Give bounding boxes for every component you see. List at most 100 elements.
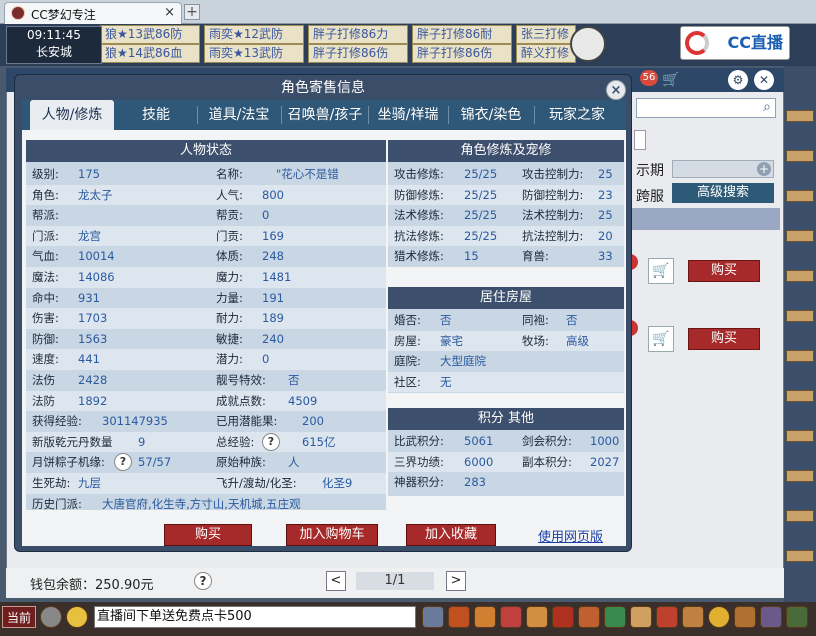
browser-tab[interactable]: CC梦幻专注 × [4,2,182,24]
panel-row: 速度: 441 潜力: 0 [26,349,386,370]
buy-button[interactable]: 购买 [164,524,252,546]
banner-item[interactable]: 胖子打修86伤 [412,44,512,63]
tab-character[interactable]: 人物/修炼 [30,100,114,130]
side-list-item[interactable] [786,150,814,162]
side-list-item[interactable] [786,270,814,282]
emoji-icon[interactable] [66,606,88,628]
field-label: 力量: [216,290,243,305]
tab-mounts[interactable]: 坐骑/祥瑞 [368,100,448,130]
field-label: 法术修炼: [394,208,444,223]
field-label: 神器积分: [394,475,444,490]
field-label: 同袍: [522,313,549,327]
side-list-item[interactable] [786,230,814,242]
field-label: 帮派: [32,208,59,223]
field-label: 名称: [216,167,243,181]
banner-item[interactable]: 胖子打修86力 [308,25,408,44]
microphone-icon[interactable] [40,606,62,628]
banner-item[interactable]: 雨奕★13武防 [204,44,304,63]
coin-icon[interactable] [682,606,704,628]
cc-live-badge[interactable]: CC直播 [680,26,790,60]
banner-item[interactable]: 狼★13武86防 [100,25,200,44]
filter-box[interactable] [634,130,646,150]
fireworks-icon[interactable] [500,606,522,628]
add-to-cart-button[interactable]: 加入购物车 [286,524,378,546]
treasure-icon[interactable] [448,606,470,628]
menu-icon[interactable] [786,606,808,628]
peach-icon[interactable] [630,606,652,628]
panel-row: 三界功绩: 6000 副本积分: 2027 [388,451,624,473]
buy-button[interactable]: 购买 [688,260,760,282]
side-list-item[interactable] [786,390,814,402]
search-input[interactable]: ⌕ [636,98,776,118]
settings-gear-icon[interactable]: ⚙ [728,70,748,90]
field-value: 20 [598,228,613,243]
bag-icon[interactable] [578,606,600,628]
side-list-item[interactable] [786,550,814,562]
scroll-icon[interactable] [734,606,756,628]
panel-row: 生死劫: 九层 飞升/渡劫/化圣: 化圣9 [26,473,386,494]
tab-skills[interactable]: 技能 [116,100,196,130]
field-label: 耐力: [216,311,243,326]
advanced-search-button[interactable]: 高级搜索 [672,183,774,203]
prev-page-button[interactable]: < [326,571,346,591]
tab-outfits[interactable]: 锦衣/染色 [448,100,534,130]
gift-icon[interactable] [474,606,496,628]
pet-icon[interactable] [604,606,626,628]
cc-logo-icon [685,31,709,55]
lantern-icon[interactable] [552,606,574,628]
add-to-cart-icon[interactable]: 🛒 [648,326,674,352]
tab-pets[interactable]: 召唤兽/孩子 [282,100,368,130]
banner-item[interactable]: 醉义打修 [516,44,576,63]
search-icon[interactable]: ⌕ [763,99,771,115]
window-close-icon[interactable]: ✕ [754,70,774,90]
dialog-close-icon[interactable]: × [606,80,626,100]
side-list-item[interactable] [786,110,814,122]
side-list-item[interactable] [786,190,814,202]
field-value: 5061 [464,434,494,448]
panel-row: 猎术修炼: 15 育兽: 33 [388,246,624,267]
panel-row: 婚否: 否 同袍: 否 [388,310,624,331]
chat-channel-button[interactable]: 当前 [2,606,36,628]
time-label: 示期 [636,163,664,179]
help-icon[interactable]: ? [114,453,132,472]
side-list-item[interactable] [786,430,814,442]
field-value: 大唐官府,化生寺,方寸山,天机城,五庄观 [102,496,301,511]
panel-row: 比武积分: 5061 剑会积分: 1000 [388,431,624,452]
panda-avatar-icon[interactable] [570,26,606,62]
smile-icon[interactable] [708,606,730,628]
help-icon[interactable]: ? [262,432,280,451]
chat-input[interactable]: 直播间下单送免费点卡500 [94,606,416,628]
banner-item[interactable]: 胖子打修86耐 [412,25,512,44]
field-label: 剑会积分: [522,434,572,448]
field-label: 三界功绩: [394,454,444,469]
next-page-button[interactable]: > [446,571,466,591]
add-icon[interactable]: + [757,162,771,176]
banner-item[interactable]: 狼★14武86血 [100,44,200,63]
banner-item[interactable]: 雨奕★12武防 [204,25,304,44]
box-icon[interactable] [526,606,548,628]
page-indicator: 1/1 [356,572,434,590]
sword-icon[interactable] [422,606,444,628]
tab-close-icon[interactable]: × [164,5,175,20]
use-web-version-link[interactable]: 使用网页版 [538,526,603,545]
banner-item[interactable]: 张三打修 [516,25,576,44]
add-to-cart-icon[interactable]: 🛒 [648,258,674,284]
banner-item[interactable]: 胖子打修86伤 [308,44,408,63]
cart-icon[interactable]: 🛒 [662,72,679,88]
new-tab-button[interactable]: + [184,4,200,20]
tab-home[interactable]: 玩家之家 [534,100,620,130]
side-list-item[interactable] [786,310,814,322]
side-list-item[interactable] [786,510,814,522]
side-list-item[interactable] [786,350,814,362]
system-icon[interactable] [760,606,782,628]
add-to-favorites-button[interactable]: 加入收藏 [406,524,496,546]
time-filter-select[interactable]: + [672,160,774,178]
buy-button[interactable]: 购买 [688,328,760,350]
field-value: 25 [598,208,613,223]
tab-items[interactable]: 道具/法宝 [198,100,280,130]
field-value: 1703 [78,311,108,326]
help-icon[interactable]: ? [194,572,212,590]
panel-header: 角色修炼及宠修 [388,140,624,162]
flower-icon[interactable] [656,606,678,628]
side-list-item[interactable] [786,470,814,482]
